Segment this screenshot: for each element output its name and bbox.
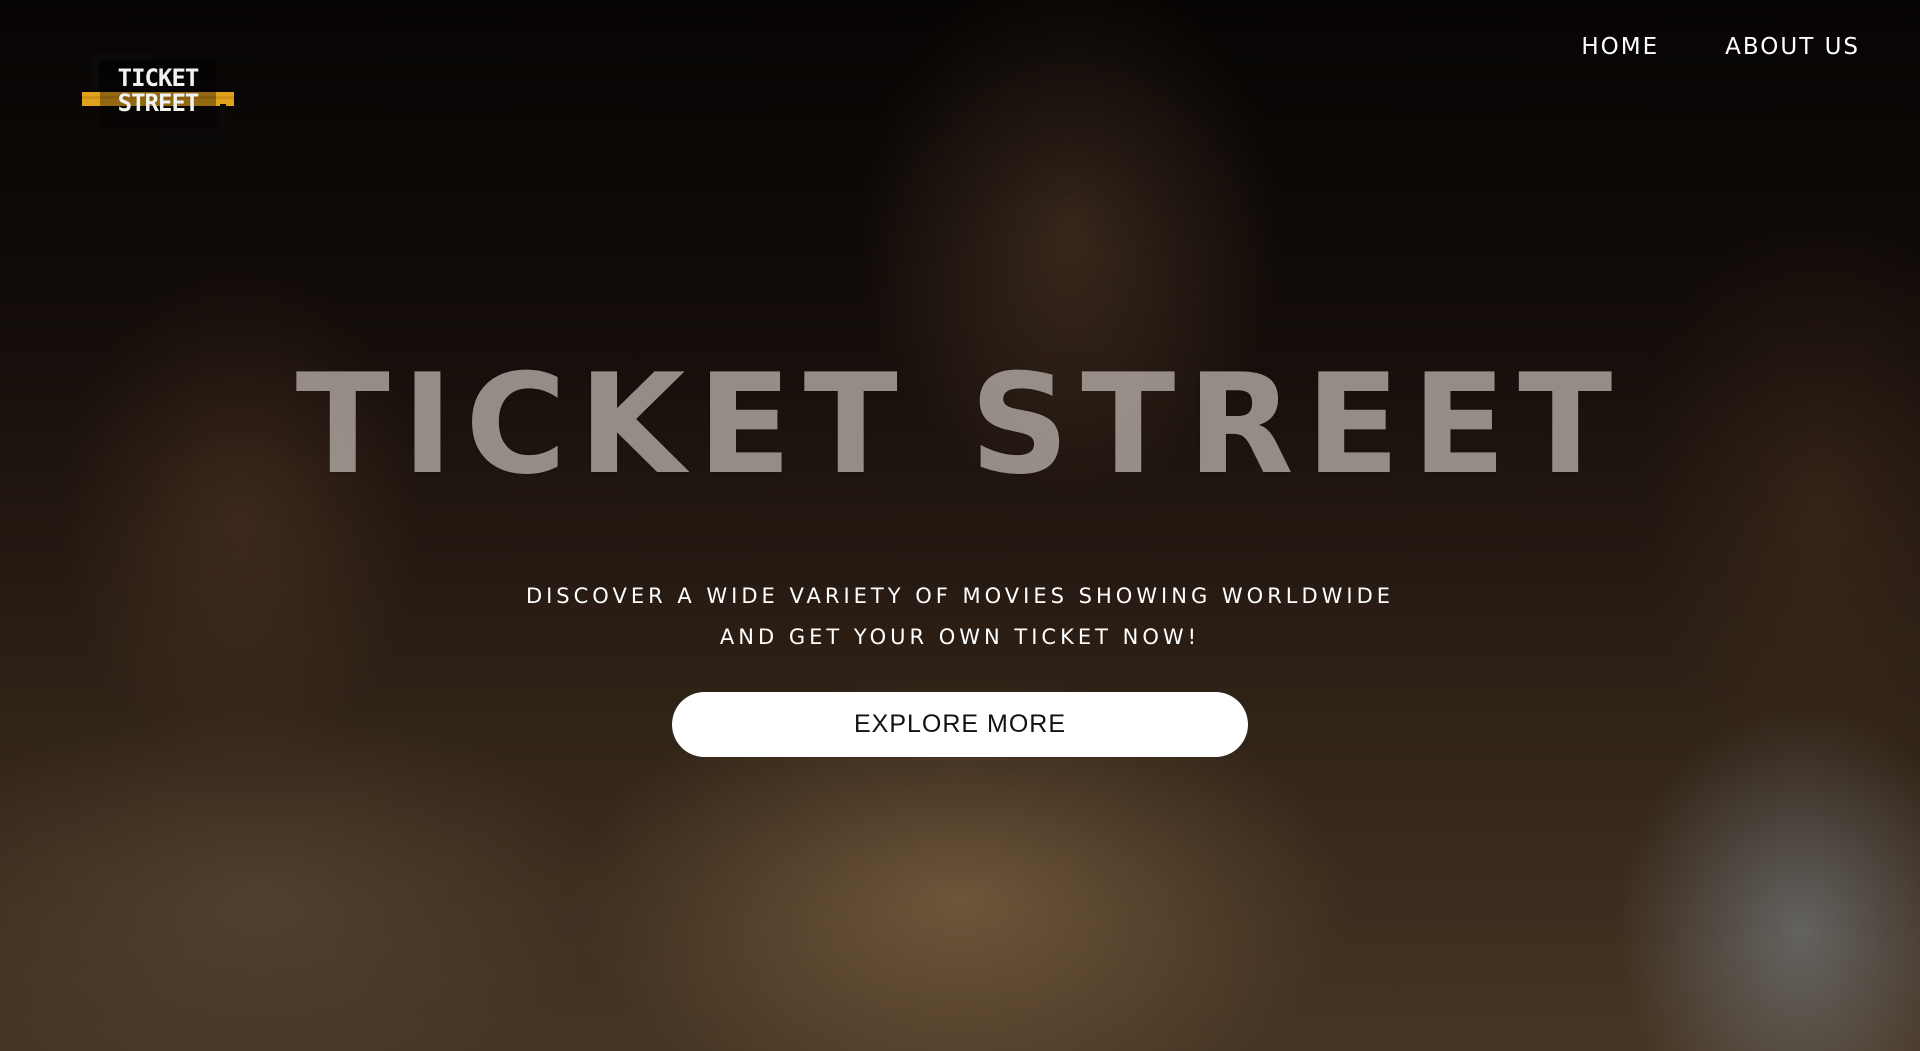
nav-home-link[interactable]: HOME — [1581, 34, 1659, 60]
logo-text: TICKET STREET — [108, 66, 208, 116]
hero-tagline-line2: AND GET YOUR OWN TICKET NOW! — [719, 625, 1201, 649]
main-nav: HOME ABOUT US — [1515, 34, 1860, 60]
hero-title: TICKET STREET — [295, 344, 1625, 505]
logo-text-line1: TICKET — [117, 64, 200, 92]
hero-tagline: DISCOVER A WIDE VARIETY OF MOVIES SHOWIN… — [0, 576, 1920, 658]
hero-section: TICKET STREET HOME ABOUT US TICKET STREE… — [0, 0, 1920, 1051]
logo-text-line2: STREET — [117, 89, 200, 117]
nav-about-us-link[interactable]: ABOUT US — [1725, 34, 1860, 60]
hero-tagline-line1: DISCOVER A WIDE VARIETY OF MOVIES SHOWIN… — [525, 584, 1395, 608]
site-logo[interactable]: TICKET STREET — [82, 52, 234, 142]
background-overlay — [0, 0, 1920, 1051]
explore-more-button[interactable]: EXPLORE MORE — [672, 692, 1248, 757]
